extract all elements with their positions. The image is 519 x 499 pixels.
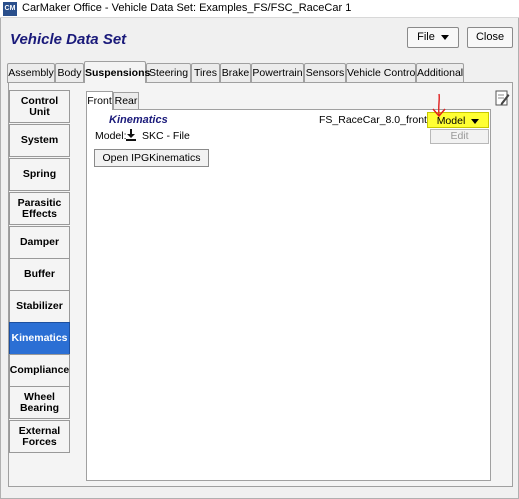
sidebar-item-wheel-bearing[interactable]: Wheel Bearing — [9, 386, 70, 419]
tab-rear[interactable]: Rear — [113, 92, 139, 110]
title-bar: CM CarMaker Office - Vehicle Data Set: E… — [0, 0, 519, 18]
sidebar-item-damper[interactable]: Damper — [9, 226, 70, 259]
tab-additional[interactable]: Additional — [416, 63, 464, 83]
chevron-down-icon — [440, 34, 449, 40]
chevron-down-icon — [471, 118, 480, 124]
tab-steering[interactable]: Steering — [146, 63, 191, 83]
sidebar-item-system[interactable]: System — [9, 124, 70, 157]
page-title: Vehicle Data Set — [10, 31, 127, 48]
sidebar-item-buffer[interactable]: Buffer — [9, 258, 70, 291]
tab-powertrain[interactable]: Powertrain — [251, 63, 304, 83]
open-ipgkinematics-button[interactable]: Open IPGKinematics — [94, 149, 209, 167]
model-label: Model: — [95, 130, 127, 142]
edit-button: Edit — [430, 129, 489, 144]
tab-assembly[interactable]: Assembly — [7, 63, 55, 83]
window-title: CarMaker Office - Vehicle Data Set: Exam… — [22, 2, 352, 14]
window-body: Vehicle Data Set File Close Assembly Bod… — [0, 18, 519, 499]
tab-body[interactable]: Body — [55, 63, 84, 83]
sidebar-item-stabilizer[interactable]: Stabilizer — [9, 290, 70, 323]
download-icon — [126, 129, 136, 141]
file-button-label: File — [417, 31, 435, 43]
tab-front[interactable]: Front — [86, 91, 113, 110]
file-menu-button[interactable]: File — [407, 27, 459, 48]
sidebar-item-control-unit[interactable]: Control Unit — [9, 90, 70, 123]
model-value: SKC - File — [142, 130, 190, 142]
sidebar-item-compliance[interactable]: Compliance — [9, 354, 70, 387]
sidebar-item-kinematics[interactable]: Kinematics — [9, 322, 70, 355]
app-logo-icon: CM — [3, 2, 17, 16]
sidebar-item-external-forces[interactable]: External Forces — [9, 420, 70, 453]
tab-suspensions[interactable]: Suspensions — [84, 61, 150, 83]
kinematics-title: Kinematics — [109, 114, 168, 126]
close-button[interactable]: Close — [467, 27, 513, 48]
tab-tires[interactable]: Tires — [191, 63, 220, 83]
tab-vehicle-control[interactable]: Vehicle Control — [346, 63, 418, 83]
edit-pencil-icon[interactable] — [495, 90, 510, 107]
sidebar-item-spring[interactable]: Spring — [9, 158, 70, 191]
sidebar-item-parasitic-effects[interactable]: Parasitic Effects — [9, 192, 70, 225]
tab-sensors[interactable]: Sensors — [304, 63, 346, 83]
red-arrow-annotation — [432, 93, 446, 118]
tab-brake[interactable]: Brake — [220, 63, 251, 83]
